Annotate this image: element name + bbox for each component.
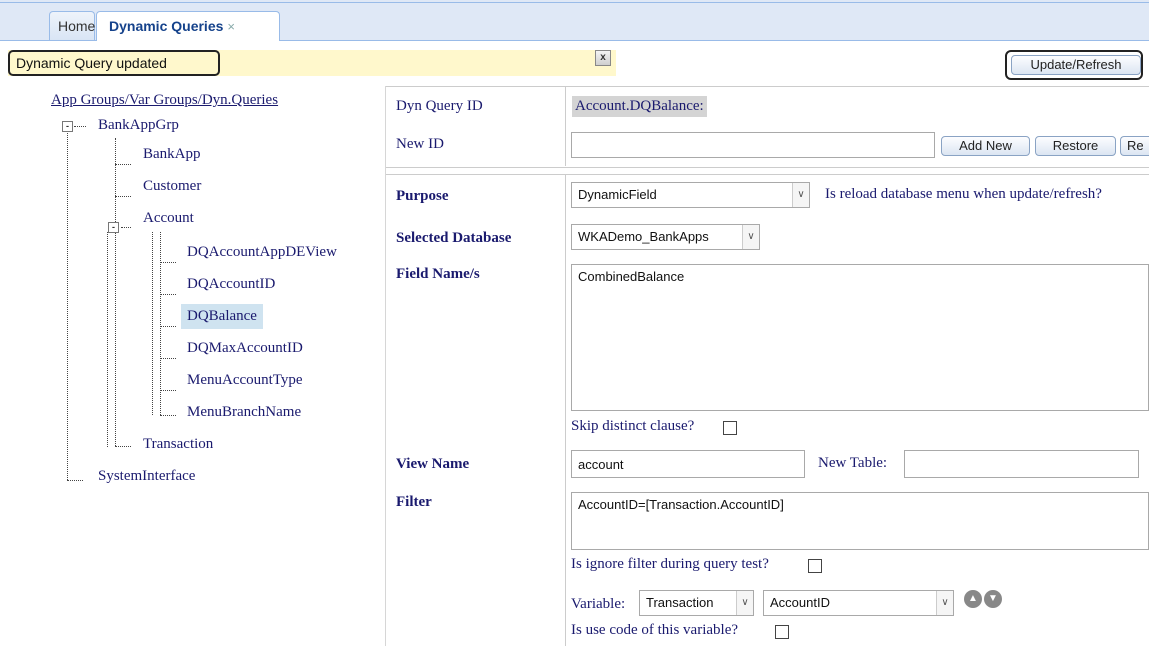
tree-connector — [115, 196, 131, 197]
move-up-icon[interactable]: ▲ — [964, 590, 982, 608]
ignore-filter-checkbox[interactable] — [808, 559, 822, 573]
purpose-label: Purpose — [396, 188, 449, 204]
tree-item-menubranchname[interactable]: MenuBranchName — [187, 404, 301, 421]
tree-item-customer[interactable]: Customer — [143, 178, 201, 195]
update-refresh-button[interactable]: Update/Refresh — [1011, 55, 1141, 75]
variable-label: Variable: — [571, 596, 626, 612]
view-name-label: View Name — [396, 456, 470, 472]
form-divider — [565, 174, 566, 646]
tree-line — [160, 232, 161, 415]
variable-select[interactable]: AccountID ∨ — [763, 590, 954, 616]
tree-item-menuaccounttype[interactable]: MenuAccountType — [187, 372, 303, 389]
purpose-value: DynamicField — [578, 187, 657, 202]
tree-connector — [74, 126, 86, 127]
chevron-down-icon: ∨ — [736, 591, 753, 615]
use-code-checkbox[interactable] — [775, 625, 789, 639]
tab-dynamic-queries-label: Dynamic Queries — [109, 18, 224, 34]
tree-item-systeminterface[interactable]: SystemInterface — [98, 468, 195, 485]
dyn-query-id-value: Account.DQBalance: — [572, 96, 707, 117]
new-table-input[interactable] — [904, 450, 1139, 478]
tab-home[interactable]: Home — [49, 11, 95, 40]
selected-database-label: Selected Database — [396, 230, 512, 246]
add-new-button[interactable]: Add New — [941, 136, 1030, 156]
skip-distinct-checkbox[interactable] — [723, 421, 737, 435]
truncated-button[interactable]: Re — [1120, 136, 1149, 156]
tree-connector — [67, 480, 83, 481]
tree-item-bankapp[interactable]: BankApp — [143, 146, 201, 163]
dyn-query-id-label: Dyn Query ID — [396, 98, 483, 114]
ignore-filter-label: Is ignore filter during query test? — [571, 556, 769, 572]
status-message: Dynamic Query updated — [8, 50, 220, 76]
new-id-label: New ID — [396, 136, 444, 152]
tree-connector — [115, 446, 131, 447]
tree-connector — [160, 294, 176, 295]
selected-database-value: WKADemo_BankApps — [578, 229, 709, 244]
tree-item-bankappgrp[interactable]: BankAppGrp — [98, 117, 179, 134]
tree-item-dqaccountappdeview[interactable]: DQAccountAppDEView — [187, 244, 337, 261]
tree-item-dqmaxaccountid[interactable]: DQMaxAccountID — [187, 340, 303, 357]
new-table-label: New Table: — [818, 455, 888, 471]
selected-database-select[interactable]: WKADemo_BankApps ∨ — [571, 224, 760, 250]
reload-menu-label: Is reload database menu when update/refr… — [825, 186, 1102, 202]
view-name-input[interactable] — [571, 450, 805, 478]
tree-connector — [160, 326, 176, 327]
tree-root-link[interactable]: App Groups/Var Groups/Dyn.Queries — [51, 92, 278, 109]
use-code-label: Is use code of this variable? — [571, 622, 739, 638]
top-border — [0, 2, 1149, 3]
tree-line — [107, 232, 108, 447]
tree-connector — [160, 390, 176, 391]
form-left-border — [385, 86, 386, 646]
id-divider — [565, 86, 566, 166]
collapse-icon[interactable]: - — [62, 121, 73, 132]
tab-dynamic-queries[interactable]: Dynamic Queries × — [96, 11, 280, 41]
move-down-icon[interactable]: ▼ — [984, 590, 1002, 608]
tree-connector — [160, 262, 176, 263]
tree-item-transaction[interactable]: Transaction — [143, 436, 213, 453]
filter-textarea[interactable]: AccountID=[Transaction.AccountID] — [571, 492, 1149, 550]
field-names-label: Field Name/s — [396, 266, 480, 282]
tree-connector — [115, 164, 131, 165]
status-close-button[interactable]: x — [595, 50, 611, 66]
variable-group-value: Transaction — [646, 595, 714, 610]
skip-distinct-label: Skip distinct clause? — [571, 418, 695, 434]
filter-label: Filter — [396, 494, 432, 510]
tree-item-account[interactable]: Account — [143, 210, 194, 227]
tree-line — [115, 138, 116, 446]
tree-line — [152, 232, 153, 415]
collapse-icon[interactable]: - — [108, 222, 119, 233]
tree-item-dqbalance[interactable]: DQBalance — [181, 304, 263, 329]
tree-line — [67, 128, 68, 480]
chevron-down-icon: ∨ — [742, 225, 759, 249]
tree-item-dqaccountid[interactable]: DQAccountID — [187, 276, 275, 293]
chevron-down-icon: ∨ — [936, 591, 953, 615]
restore-button[interactable]: Restore — [1035, 136, 1116, 156]
variable-group-select[interactable]: Transaction ∨ — [639, 590, 754, 616]
tree-connector — [121, 227, 131, 228]
tab-close-icon[interactable]: × — [227, 19, 235, 34]
field-names-textarea[interactable]: CombinedBalance — [571, 264, 1149, 411]
chevron-down-icon: ∨ — [792, 183, 809, 207]
new-id-input[interactable] — [571, 132, 935, 158]
variable-value: AccountID — [770, 595, 830, 610]
purpose-select[interactable]: DynamicField ∨ — [571, 182, 810, 208]
tree-connector — [160, 358, 176, 359]
tree-connector — [160, 415, 176, 416]
